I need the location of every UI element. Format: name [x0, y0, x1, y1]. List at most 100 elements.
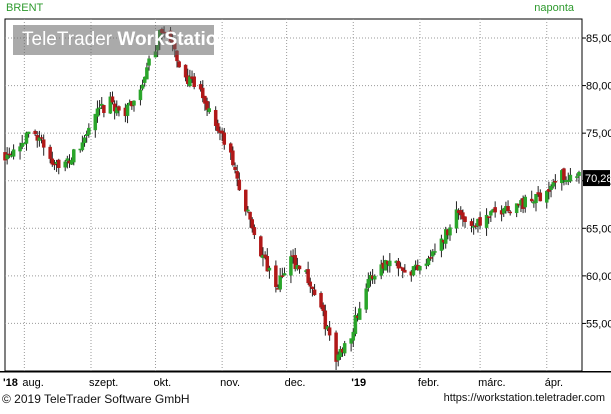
candle-body	[11, 149, 16, 157]
candle-body	[323, 310, 328, 330]
candle-body	[426, 258, 431, 266]
candle-body	[308, 281, 313, 287]
candle-body	[428, 257, 433, 259]
candle-body	[138, 89, 143, 101]
candle-body	[24, 132, 29, 144]
candle-body	[233, 166, 237, 170]
candle-body	[575, 176, 579, 178]
candle-body	[33, 130, 37, 135]
candle-body	[147, 58, 151, 66]
candle-body	[388, 260, 392, 267]
plot-frame	[4, 18, 583, 372]
y-tick-label: 75,00	[586, 128, 611, 140]
candle-body	[259, 236, 263, 257]
footer-url-link[interactable]: https://workstation.teletrader.com	[444, 392, 605, 404]
x-axis: '18 aug. szept. okt. nov. dec. '19 febr. márc. áp…	[3, 377, 563, 389]
candle-body	[463, 216, 467, 222]
candle-body	[549, 186, 553, 191]
candle-body	[274, 265, 278, 288]
x-tick-label: '18	[3, 377, 18, 389]
y-tick-label: 85,00	[586, 33, 611, 45]
y-tick-label: 80,00	[586, 81, 611, 93]
candle-body	[551, 182, 555, 187]
candle-body	[56, 159, 61, 168]
candle-body	[231, 150, 235, 166]
candle-body	[493, 207, 497, 213]
candle-body	[297, 265, 302, 270]
candle-body	[216, 123, 220, 132]
candle-body	[353, 314, 358, 334]
candle-body	[364, 288, 368, 310]
y-tick-label: 55,00	[586, 318, 611, 330]
candle-body	[102, 105, 106, 113]
candle-body	[80, 142, 85, 151]
candle-body	[486, 216, 491, 218]
x-tick-label: aug.	[22, 377, 43, 389]
x-tick-label: febr.	[418, 377, 439, 389]
candle-body	[538, 192, 543, 202]
candle-body	[50, 158, 55, 165]
candle-body	[192, 76, 196, 87]
candle-body	[310, 286, 315, 290]
candle-body	[48, 146, 52, 159]
candle-body	[366, 279, 371, 288]
candle-body	[7, 153, 12, 156]
candle-body	[63, 161, 67, 168]
candle-body	[52, 163, 57, 166]
watermark-brand-light: TeleTrader	[22, 29, 118, 50]
candle-body	[278, 275, 282, 290]
candle-body	[534, 194, 538, 204]
candle-body	[508, 211, 512, 214]
candle-body	[545, 190, 549, 203]
candle-body	[280, 275, 285, 277]
last-price-label: 70,28	[585, 173, 611, 185]
candle-body	[373, 275, 377, 280]
candle-body	[433, 251, 437, 253]
candle-body	[246, 209, 250, 212]
candle-body	[448, 227, 452, 236]
candle-body	[39, 137, 44, 139]
candle-body	[250, 219, 254, 229]
price-chart: 55,0060,0065,0070,0075,0080,0085,00 '18a…	[0, 0, 611, 409]
x-tick-label: dec.	[285, 377, 306, 389]
candle-body	[403, 269, 407, 273]
candle-body	[282, 273, 287, 276]
x-tick-label: okt.	[153, 377, 171, 389]
x-tick-label: szept.	[89, 377, 118, 389]
candle-body	[529, 198, 534, 202]
candle-body	[252, 227, 257, 236]
candle-body	[82, 137, 87, 144]
candles	[3, 26, 581, 370]
candle-body	[289, 256, 293, 276]
candle-body	[506, 206, 510, 212]
copyright-text: © 2019 TeleTrader Software GmbH	[2, 392, 190, 406]
candle-body	[237, 179, 242, 191]
candle-body	[244, 189, 248, 212]
candle-body	[562, 168, 566, 180]
candle-body	[553, 181, 558, 183]
candle-body	[418, 266, 422, 271]
candle-body	[5, 154, 9, 160]
candle-body	[248, 211, 252, 220]
x-tick-label: ápr.	[545, 377, 563, 389]
candle-body	[523, 196, 528, 208]
y-tick-label: 60,00	[586, 271, 611, 283]
candle-body	[312, 289, 317, 296]
x-tick-label: nov.	[220, 377, 240, 389]
candle-body	[97, 107, 102, 110]
candle-body	[357, 308, 362, 320]
candle-body	[117, 106, 121, 111]
candle-body	[411, 266, 416, 276]
candle-body	[235, 171, 239, 179]
candle-body	[72, 149, 76, 163]
x-tick-label: '19	[351, 377, 366, 389]
period-label[interactable]: naponta	[534, 2, 574, 14]
candle-body	[87, 127, 91, 135]
candle-body	[26, 131, 31, 134]
candle-body	[478, 217, 482, 226]
candle-body	[222, 132, 227, 145]
candle-body	[342, 343, 347, 354]
candle-body	[327, 327, 332, 336]
candle-body	[469, 221, 474, 226]
symbol-label: BRENT	[6, 2, 44, 14]
